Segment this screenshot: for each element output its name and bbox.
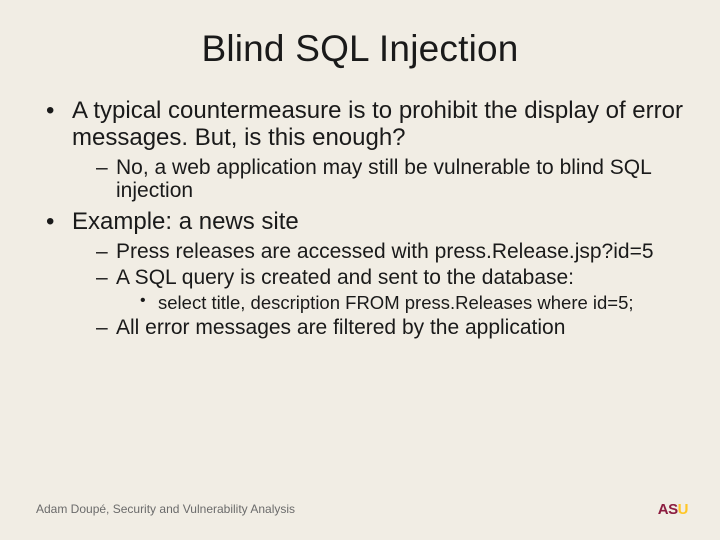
slide-title: Blind SQL Injection — [36, 28, 684, 70]
bullet-text: A typical countermeasure is to prohibit … — [72, 97, 683, 151]
logo-letter-u: U — [678, 501, 688, 518]
logo-letter-s: S — [668, 501, 678, 518]
sub-bullet-text: Press releases are accessed with press.​… — [116, 240, 654, 263]
sub-bullet-text: A SQL query is created and sent to the d… — [116, 266, 574, 289]
bullet-list: A typical countermeasure is to prohibit … — [36, 98, 684, 339]
bullet-item: A typical countermeasure is to prohibit … — [46, 98, 684, 203]
subsub-bullet-text: select title, description FROM press.​Re… — [158, 292, 634, 313]
footer-author: Adam Doupé, Security and Vulnerability A… — [36, 502, 295, 516]
sub-bullet-list: Press releases are accessed with press.​… — [72, 240, 684, 340]
sub-bullet-text: No, a web application may still be vulne… — [116, 156, 651, 203]
sub-bullet-text: All error messages are filtered by the a… — [116, 316, 565, 339]
subsub-bullet-list: select title, description FROM press.​Re… — [116, 292, 684, 313]
sub-bullet-item: All error messages are filtered by the a… — [96, 316, 684, 340]
sub-bullet-list: No, a web application may still be vulne… — [72, 156, 684, 203]
sub-bullet-item: A SQL query is created and sent to the d… — [96, 266, 684, 313]
sub-bullet-item: No, a web application may still be vulne… — [96, 156, 684, 203]
bullet-text: Example: a news site — [72, 208, 299, 235]
subsub-bullet-item: select title, description FROM press.​Re… — [140, 292, 684, 313]
bullet-item: Example: a news site Press releases are … — [46, 209, 684, 340]
asu-logo: ASU — [658, 501, 688, 518]
logo-letter-a: A — [658, 501, 668, 518]
sub-bullet-item: Press releases are accessed with press.​… — [96, 240, 684, 264]
